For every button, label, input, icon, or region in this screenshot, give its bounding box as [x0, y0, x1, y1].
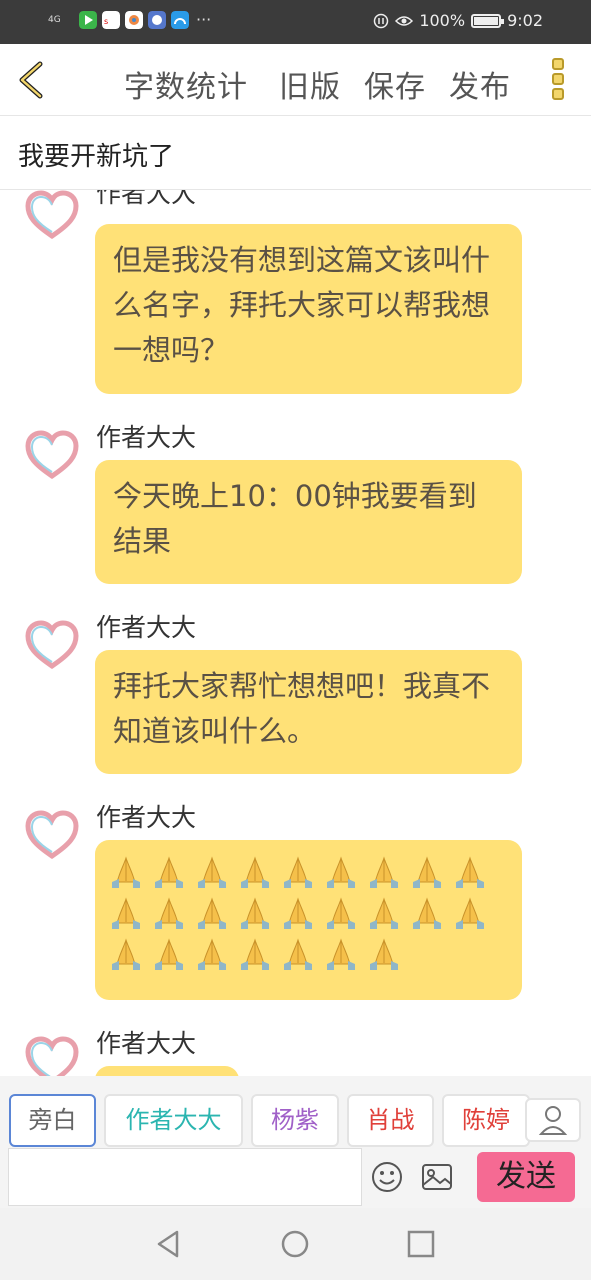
- heart-avatar-icon: [25, 1036, 79, 1076]
- message-bubble[interactable]: [95, 1066, 239, 1076]
- status-right: 100% 9:02: [373, 11, 543, 30]
- character-chip-yangzi[interactable]: 杨紫: [251, 1094, 339, 1147]
- praying-hands-icon: [284, 938, 312, 970]
- old-version-button[interactable]: 旧版: [279, 62, 341, 106]
- sender-name: 作者大大: [96, 190, 197, 208]
- praying-hands-icon: [370, 856, 398, 888]
- heart-avatar-icon: [25, 430, 79, 480]
- praying-hands-icon: [241, 856, 269, 888]
- nav-home-icon[interactable]: [279, 1228, 311, 1260]
- praying-hands-icon: [198, 897, 226, 929]
- praying-hands-icon: [155, 938, 183, 970]
- character-chip-narrator[interactable]: 旁白: [9, 1094, 96, 1147]
- character-chip-chenting[interactable]: 陈婷: [442, 1094, 530, 1147]
- eye-comfort-icon: [395, 15, 414, 26]
- praying-hands-icon: [327, 856, 355, 888]
- person-icon: [538, 1106, 568, 1135]
- nav-recents-icon[interactable]: [405, 1228, 437, 1260]
- character-selector: 旁白 作者大大 杨紫 肖战 陈婷: [0, 1076, 591, 1148]
- system-navigation-bar: [0, 1208, 591, 1280]
- sohu-app-icon: s: [102, 10, 120, 29]
- praying-hands-icon: [413, 897, 441, 929]
- message-bubble[interactable]: [95, 840, 522, 1000]
- save-button[interactable]: 保存: [364, 62, 426, 106]
- sender-name: 作者大大: [96, 803, 197, 832]
- publish-button[interactable]: 发布: [449, 62, 511, 106]
- praying-hands-icon: [456, 897, 484, 929]
- more-notifications: ···: [196, 10, 212, 29]
- message-input[interactable]: [8, 1148, 362, 1206]
- clock: 9:02: [507, 11, 543, 30]
- story-title: 我要开新坑了: [18, 142, 175, 172]
- browser-app-icon: [171, 10, 189, 29]
- svg-text:s: s: [104, 17, 108, 26]
- praying-hands-icon: [370, 897, 398, 929]
- story-title-bar[interactable]: 我要开新坑了: [0, 116, 591, 190]
- message-bubble[interactable]: 今天晚上10：00钟我要看到结果: [95, 460, 522, 584]
- message-bubble[interactable]: 但是我没有想到这篇文该叫什么名字，拜托大家可以帮我想一想吗？: [95, 224, 522, 394]
- word-count-button[interactable]: 字数统计: [124, 62, 248, 106]
- camera-app-icon: [125, 10, 143, 29]
- more-menu-icon[interactable]: [550, 58, 566, 102]
- status-bar: 4G s ··· 100% 9:02: [0, 0, 591, 44]
- praying-hands-icon: [112, 938, 140, 970]
- emoji-picker-icon[interactable]: [370, 1160, 404, 1194]
- praying-hands-icon: [198, 938, 226, 970]
- chat-area[interactable]: 作者大大 但是我没有想到这篇文该叫什么名字，拜托大家可以帮我想一想吗？ 作者大大…: [0, 190, 591, 1076]
- send-button[interactable]: 发送: [477, 1152, 575, 1202]
- praying-hands-icon: [284, 897, 312, 929]
- praying-hands-icon: [370, 938, 398, 970]
- media-app-icon: [148, 10, 166, 29]
- sender-name: 作者大大: [96, 613, 197, 642]
- praying-hands-icon: [241, 938, 269, 970]
- back-chevron-icon[interactable]: [14, 60, 50, 100]
- character-chip-xiaozhan[interactable]: 肖战: [347, 1094, 434, 1147]
- message-bubble[interactable]: 拜托大家帮忙想想吧！我真不知道该叫什么。: [95, 650, 522, 774]
- video-app-icon: [79, 10, 97, 29]
- status-left: 4G s ···: [48, 10, 211, 29]
- praying-hands-icon: [284, 856, 312, 888]
- add-character-button[interactable]: [525, 1098, 581, 1142]
- battery-icon: [471, 13, 505, 28]
- praying-hands-icon: [241, 897, 269, 929]
- nfc-icon: [374, 13, 389, 28]
- heart-avatar-icon: [25, 810, 79, 860]
- emoji-grid: [109, 856, 499, 971]
- sender-name: 作者大大: [96, 1029, 197, 1058]
- praying-hands-icon: [327, 897, 355, 929]
- heart-avatar-icon: [25, 190, 79, 240]
- praying-hands-icon: [327, 938, 355, 970]
- praying-hands-icon: [155, 856, 183, 888]
- heart-avatar-icon: [25, 620, 79, 670]
- praying-hands-icon: [112, 856, 140, 888]
- nav-back-icon[interactable]: [153, 1228, 185, 1260]
- battery-percentage: 100%: [419, 11, 466, 30]
- composer: 发送: [0, 1148, 591, 1208]
- sender-name: 作者大大: [96, 423, 197, 452]
- praying-hands-icon: [155, 897, 183, 929]
- image-picker-icon[interactable]: [420, 1160, 454, 1194]
- praying-hands-icon: [413, 856, 441, 888]
- character-chip-author[interactable]: 作者大大: [104, 1094, 243, 1147]
- praying-hands-icon: [112, 897, 140, 929]
- signal-indicator: 4G: [48, 14, 61, 25]
- praying-hands-icon: [456, 856, 484, 888]
- editor-toolbar: 字数统计 旧版 保存 发布: [0, 44, 591, 116]
- praying-hands-icon: [198, 856, 226, 888]
